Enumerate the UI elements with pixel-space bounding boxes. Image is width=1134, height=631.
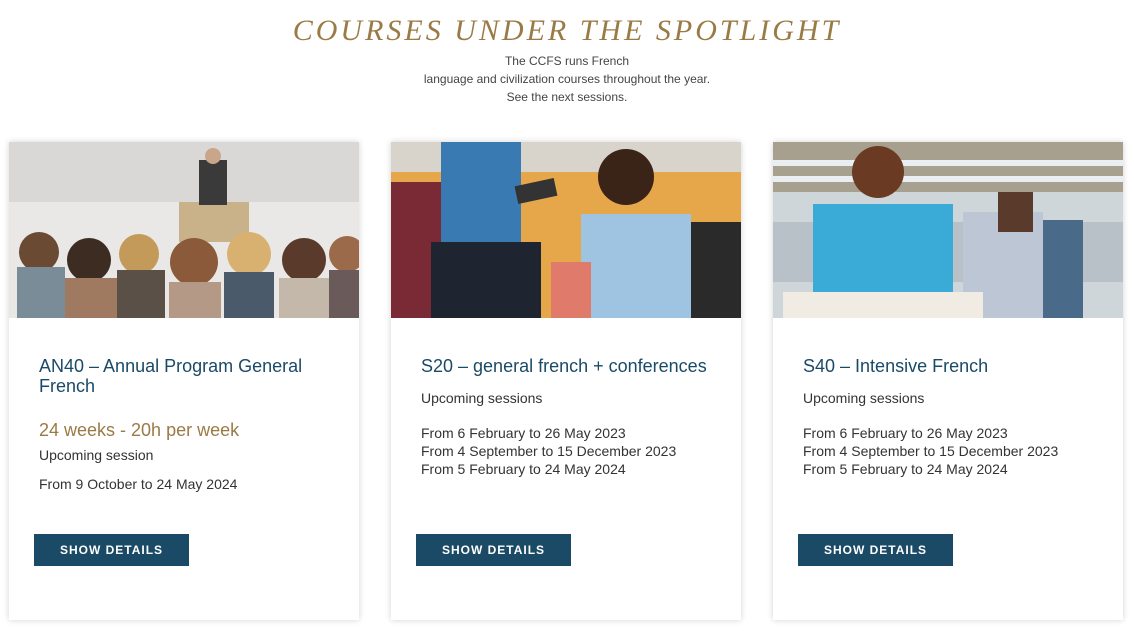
sessions-label: Upcoming sessions bbox=[421, 390, 543, 406]
intro-line: See the next sessions. bbox=[506, 90, 628, 104]
intro-line: language and civilization courses throug… bbox=[423, 72, 711, 86]
session-date: From 5 February to 24 May 2024 bbox=[421, 461, 626, 477]
sessions-label: Upcoming session bbox=[39, 447, 154, 463]
course-card-s40: S40 – Intensive French Upcoming sessions… bbox=[773, 142, 1123, 620]
course-title: S40 – Intensive French bbox=[803, 356, 989, 376]
show-details-button[interactable]: SHOW DETAILS bbox=[798, 534, 953, 566]
course-title: AN40 – Annual Program General French bbox=[39, 356, 303, 396]
session-date: From 4 September to 15 December 2023 bbox=[421, 443, 677, 459]
course-photo-student-writing bbox=[773, 142, 1123, 318]
card-body: AN40 – Annual Program General French 24 … bbox=[9, 318, 359, 493]
card-body: S40 – Intensive French Upcoming sessions… bbox=[773, 318, 1123, 478]
session-list: From 9 October to 24 May 2024 bbox=[39, 475, 329, 493]
course-card-s20: S20 – general french + conferences Upcom… bbox=[391, 142, 741, 620]
sessions-label: Upcoming sessions bbox=[803, 390, 925, 406]
session-list: From 6 February to 26 May 2023 From 4 Se… bbox=[421, 424, 711, 478]
session-date: From 5 February to 24 May 2024 bbox=[803, 461, 1008, 477]
intro-text: The CCFS runs French language and civili… bbox=[0, 52, 1134, 106]
page-title: COURSES UNDER THE SPOTLIGHT bbox=[292, 14, 842, 47]
course-photo-lecture-hall bbox=[9, 142, 359, 318]
course-cards: AN40 – Annual Program General French 24 … bbox=[9, 142, 1123, 620]
session-date: From 6 February to 26 May 2023 bbox=[421, 425, 626, 441]
session-date: From 6 February to 26 May 2023 bbox=[803, 425, 1008, 441]
course-photo-students-seated bbox=[391, 142, 741, 318]
session-list: From 6 February to 26 May 2023 From 4 Se… bbox=[803, 424, 1093, 478]
session-date: From 9 October to 24 May 2024 bbox=[39, 476, 238, 492]
intro-line: The CCFS runs French bbox=[504, 54, 630, 68]
show-details-button[interactable]: SHOW DETAILS bbox=[416, 534, 571, 566]
session-date: From 4 September to 15 December 2023 bbox=[803, 443, 1059, 459]
course-duration: 24 weeks - 20h per week bbox=[39, 420, 240, 440]
course-title: S20 – general french + conferences bbox=[421, 356, 707, 376]
card-body: S20 – general french + conferences Upcom… bbox=[391, 318, 741, 478]
show-details-button[interactable]: SHOW DETAILS bbox=[34, 534, 189, 566]
section-header: COURSES UNDER THE SPOTLIGHT The CCFS run… bbox=[0, 0, 1134, 106]
course-card-an40: AN40 – Annual Program General French 24 … bbox=[9, 142, 359, 620]
